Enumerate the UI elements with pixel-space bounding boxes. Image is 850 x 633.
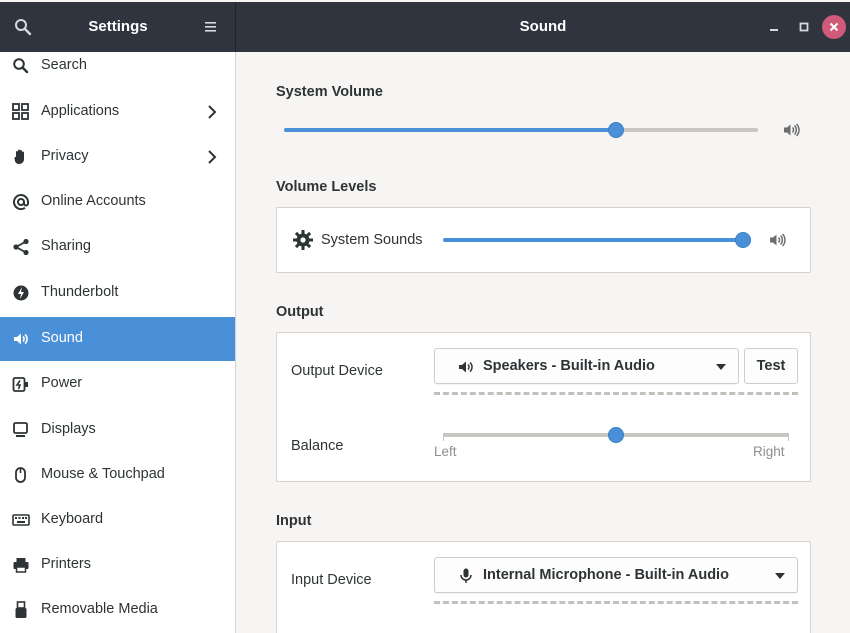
volume-levels-title: Volume Levels — [276, 179, 377, 195]
sidebar: Search Applications Privacy Online Accou… — [0, 52, 236, 633]
maximize-icon[interactable] — [792, 15, 816, 39]
sidebar-item-label: Search — [41, 57, 87, 73]
system-volume-title: System Volume — [276, 84, 383, 100]
page-title: Sound — [519, 18, 567, 35]
input-panel: Input Device Internal Microphone - Built… — [276, 541, 811, 633]
sidebar-item-online-accounts[interactable]: Online Accounts — [0, 180, 235, 224]
sidebar-item-privacy[interactable]: Privacy — [0, 135, 235, 179]
sidebar-item-applications[interactable]: Applications — [0, 90, 235, 134]
sidebar-item-printers[interactable]: Printers — [0, 543, 235, 587]
balance-label: Balance — [291, 438, 344, 454]
slider-knob[interactable] — [735, 232, 751, 248]
system-sounds-label: System Sounds — [321, 232, 423, 248]
close-icon[interactable] — [822, 15, 846, 39]
output-device-value: Speakers - Built-in Audio — [483, 358, 655, 374]
chevron-down-icon — [716, 364, 726, 370]
search-icon — [12, 57, 30, 75]
header-bar: Settings Sound — [0, 2, 850, 52]
hamburger-menu-icon[interactable] — [203, 20, 219, 34]
input-device-dropdown[interactable]: Internal Microphone - Built-in Audio — [434, 557, 798, 593]
chevron-right-icon — [205, 104, 219, 120]
sidebar-item-power[interactable]: Power — [0, 362, 235, 406]
sidebar-item-label: Sound — [41, 330, 83, 346]
sidebar-header: Settings — [0, 2, 236, 52]
sidebar-item-search[interactable]: Search — [0, 52, 235, 88]
slider-knob[interactable] — [608, 427, 624, 443]
sidebar-item-label: Mouse & Touchpad — [41, 466, 165, 482]
balance-right-label: Right — [753, 444, 785, 459]
sidebar-item-keyboard[interactable]: Keyboard — [0, 498, 235, 542]
balance-left-label: Left — [434, 444, 457, 459]
balance-slider[interactable] — [443, 427, 789, 443]
output-device-label: Output Device — [291, 363, 383, 379]
content-header: Sound — [236, 2, 850, 52]
sidebar-item-label: Online Accounts — [41, 193, 146, 209]
sidebar-item-displays[interactable]: Displays — [0, 408, 235, 452]
volume-high-icon[interactable] — [782, 121, 800, 139]
microphone-icon — [457, 567, 475, 585]
applications-grid-icon — [12, 103, 30, 121]
speaker-icon — [457, 358, 475, 376]
slider-fill — [284, 128, 616, 132]
volume-levels-panel: System Sounds — [276, 207, 811, 273]
balance-tick-left — [443, 433, 444, 441]
power-icon — [12, 375, 30, 393]
sidebar-item-label: Thunderbolt — [41, 284, 119, 300]
mouse-icon — [12, 466, 30, 484]
sidebar-item-sharing[interactable]: Sharing — [0, 225, 235, 269]
sidebar-item-sound[interactable]: Sound — [0, 317, 235, 361]
minimize-icon[interactable] — [762, 15, 786, 39]
system-volume-slider[interactable] — [284, 122, 758, 138]
display-icon — [12, 421, 30, 439]
input-device-value: Internal Microphone - Built-in Audio — [483, 567, 729, 583]
sidebar-item-label: Removable Media — [41, 601, 158, 617]
test-button[interactable]: Test — [744, 348, 798, 384]
thunderbolt-icon — [12, 284, 30, 302]
sidebar-item-removable-media[interactable]: Removable Media — [0, 588, 235, 632]
output-panel: Output Device Speakers - Built-in Audio … — [276, 332, 811, 482]
system-sounds-slider[interactable] — [443, 232, 751, 248]
balance-tick-right — [788, 433, 789, 441]
speaker-icon — [12, 330, 30, 348]
input-level-indicator — [434, 601, 798, 604]
output-device-dropdown[interactable]: Speakers - Built-in Audio — [434, 348, 739, 384]
sidebar-item-label: Keyboard — [41, 511, 104, 527]
sidebar-item-label: Privacy — [41, 148, 89, 164]
output-level-indicator — [434, 392, 798, 395]
share-icon — [12, 238, 30, 256]
usb-icon — [12, 601, 30, 619]
hand-icon — [12, 148, 30, 166]
keyboard-icon — [12, 511, 30, 529]
sidebar-item-label: Printers — [41, 556, 91, 572]
slider-fill — [443, 238, 743, 242]
settings-title: Settings — [88, 18, 148, 35]
sidebar-item-label: Displays — [41, 421, 96, 437]
at-sign-icon — [12, 193, 30, 211]
sidebar-item-thunderbolt[interactable]: Thunderbolt — [0, 271, 235, 315]
input-title: Input — [276, 513, 312, 529]
chevron-right-icon — [205, 149, 219, 165]
slider-knob[interactable] — [608, 122, 624, 138]
volume-high-icon[interactable] — [768, 231, 786, 249]
gear-icon — [292, 229, 314, 251]
sidebar-item-mouse-touchpad[interactable]: Mouse & Touchpad — [0, 453, 235, 497]
printer-icon — [12, 556, 30, 574]
sidebar-item-label: Sharing — [41, 238, 91, 254]
sidebar-item-label: Power — [41, 375, 83, 391]
output-title: Output — [276, 304, 324, 320]
sidebar-item-label: Applications — [41, 103, 120, 119]
input-device-label: Input Device — [291, 572, 372, 588]
sound-panel: System Volume Volume Levels System Sound… — [237, 52, 850, 633]
chevron-down-icon — [775, 573, 785, 579]
